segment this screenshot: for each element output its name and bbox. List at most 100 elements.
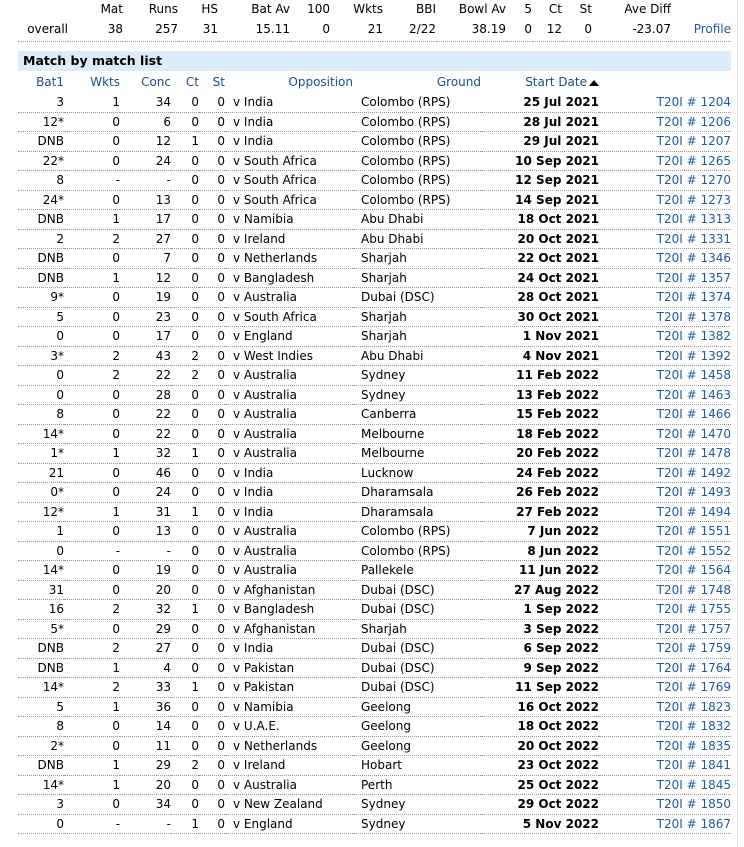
ct-cell: 1 <box>171 677 199 698</box>
opposition-cell: v England <box>225 326 353 347</box>
match-link[interactable]: T20I # 1759 <box>599 638 731 659</box>
start-date-cell: 5 Nov 2022 <box>481 814 599 834</box>
table-row: 12* 0 6 0 0 v India Colombo (RPS) 28 Jul 2021 T2… <box>18 112 731 132</box>
start-date-cell: 25 Oct 2022 <box>481 775 599 795</box>
table-row: 8 0 22 0 0 v Australia Canberra 15 Feb 2022 T20I… <box>18 404 731 425</box>
match-link[interactable]: T20I # 1867 <box>599 814 731 834</box>
table-row: DNB 2 27 0 0 v India Dubai (DSC) 6 Sep 2022 T20I… <box>18 638 731 659</box>
summary-header-row: Mat Runs HS Bat Av 100 Wkts BBI Bowl Av 5 Ct St Ave… <box>18 0 731 17</box>
match-link[interactable]: T20I # 1769 <box>599 677 731 698</box>
match-link[interactable]: T20I # 1378 <box>599 307 731 327</box>
match-link[interactable]: T20I # 1382 <box>599 326 731 347</box>
st-cell: 0 <box>199 248 225 269</box>
match-link[interactable]: T20I # 1494 <box>599 502 731 522</box>
conc-cell: 22 <box>120 404 171 425</box>
bat1-cell: 0 <box>18 365 64 386</box>
summary-col-header: Wkts <box>353 1 383 16</box>
column-header-start-date[interactable]: Start Date <box>481 71 599 93</box>
ground-cell: Colombo (RPS) <box>353 93 481 113</box>
match-link[interactable]: T20I # 1270 <box>599 170 731 191</box>
column-header-ct[interactable]: Ct <box>171 71 199 93</box>
scrollbar[interactable] <box>737 0 744 847</box>
wkts-cell: 0 <box>64 794 120 815</box>
match-link[interactable]: T20I # 1757 <box>599 619 731 639</box>
bat1-cell: 14* <box>18 424 64 444</box>
match-link[interactable]: T20I # 1466 <box>599 404 731 425</box>
match-link[interactable]: T20I # 1346 <box>599 248 731 269</box>
match-link[interactable]: T20I # 1313 <box>599 209 731 230</box>
match-link[interactable]: T20I # 1492 <box>599 463 731 483</box>
bat1-cell: DNB <box>18 248 64 269</box>
match-link[interactable]: T20I # 1207 <box>599 131 731 152</box>
section-title: Match by match list <box>18 51 731 71</box>
st-cell: 0 <box>199 346 225 366</box>
table-row: DNB 1 4 0 0 v Pakistan Dubai (DSC) 9 Sep 2022 T2… <box>18 658 731 678</box>
ct-cell: 2 <box>171 365 199 386</box>
column-header-conc[interactable]: Conc <box>120 71 171 93</box>
table-row: 14* 1 20 0 0 v Australia Perth 25 Oct 2022 T20I … <box>18 775 731 795</box>
table-row: DNB 0 7 0 0 v Netherlands Sharjah 22 Oct 2021 T2… <box>18 248 731 269</box>
match-link[interactable]: T20I # 1493 <box>599 482 731 503</box>
summary-col-header: 5 <box>524 1 532 16</box>
match-link[interactable]: T20I # 1845 <box>599 775 731 795</box>
match-link[interactable]: T20I # 1748 <box>599 580 731 600</box>
ct-cell: 0 <box>171 580 199 600</box>
column-header-st[interactable]: St <box>199 71 225 93</box>
ct-cell: 0 <box>171 697 199 717</box>
match-link[interactable]: T20I # 1551 <box>599 521 731 542</box>
column-header-bat1[interactable]: Bat1 <box>18 71 64 93</box>
st-cell: 0 <box>199 619 225 639</box>
match-link[interactable]: T20I # 1392 <box>599 346 731 366</box>
column-header-wkts[interactable]: Wkts <box>64 71 120 93</box>
match-link[interactable]: T20I # 1835 <box>599 736 731 756</box>
opposition-cell: v Australia <box>225 541 353 561</box>
match-link[interactable]: T20I # 1823 <box>599 697 731 717</box>
opposition-cell: v Australia <box>225 404 353 425</box>
match-link[interactable]: T20I # 1470 <box>599 424 731 444</box>
match-link[interactable]: T20I # 1564 <box>599 560 731 581</box>
column-header-opposition[interactable]: Opposition <box>225 71 353 93</box>
st-cell: 0 <box>199 307 225 327</box>
bat1-cell: 0* <box>18 482 64 503</box>
match-link[interactable]: T20I # 1552 <box>599 541 731 561</box>
start-date-cell: 29 Jul 2021 <box>481 131 599 152</box>
match-link[interactable]: T20I # 1841 <box>599 755 731 776</box>
table-row: 0 0 17 0 0 v England Sharjah 1 Nov 2021 T20I # 1… <box>18 326 731 347</box>
st-cell: 0 <box>199 560 225 581</box>
match-link[interactable]: T20I # 1458 <box>599 365 731 386</box>
opposition-cell: v Bangladesh <box>225 268 353 288</box>
start-date-cell: 25 Jul 2021 <box>481 93 599 113</box>
bat1-cell: DNB <box>18 209 64 230</box>
match-link[interactable]: T20I # 1273 <box>599 190 731 210</box>
match-list-header-row: Bat1 Wkts Conc Ct St Opposition Ground Start Da… <box>18 71 731 93</box>
match-link[interactable]: T20I # 1331 <box>599 229 731 249</box>
summary-col-header: BBI <box>415 1 436 16</box>
bat1-cell: 1* <box>18 443 64 464</box>
table-row: 14* 0 19 0 0 v Australia Pallekele 11 Jun 2022 T… <box>18 560 731 581</box>
start-date-cell: 28 Oct 2021 <box>481 287 599 308</box>
table-row: DNB 1 12 0 0 v Bangladesh Sharjah 24 Oct 2021 T2… <box>18 268 731 288</box>
match-link[interactable]: T20I # 1764 <box>599 658 731 678</box>
match-link[interactable]: T20I # 1850 <box>599 794 731 815</box>
match-link[interactable]: T20I # 1832 <box>599 716 731 737</box>
opposition-cell: v Afghanistan <box>225 619 353 639</box>
opposition-cell: v Bangladesh <box>225 599 353 620</box>
column-header-ground[interactable]: Ground <box>353 71 481 93</box>
wkts-cell: - <box>64 541 120 561</box>
sort-ascending-icon[interactable] <box>589 79 599 86</box>
match-link[interactable]: T20I # 1374 <box>599 287 731 308</box>
wkts-cell: 0 <box>64 716 120 737</box>
ground-cell: Dubai (DSC) <box>353 638 481 659</box>
match-link[interactable]: T20I # 1755 <box>599 599 731 620</box>
match-link[interactable]: T20I # 1478 <box>599 443 731 464</box>
match-link[interactable]: T20I # 1265 <box>599 151 731 171</box>
match-link[interactable]: T20I # 1206 <box>599 112 731 132</box>
conc-cell: 32 <box>120 443 171 464</box>
match-list-body: 3 1 34 0 0 v India Colombo (RPS) 25 Jul 2021 T20… <box>18 93 731 834</box>
table-row: 3 0 34 0 0 v New Zealand Sydney 29 Oct 2022 T20I… <box>18 794 731 815</box>
match-link[interactable]: T20I # 1463 <box>599 385 731 405</box>
match-link[interactable]: T20I # 1357 <box>599 268 731 288</box>
profile-link[interactable]: Profile <box>671 17 731 42</box>
conc-cell: 36 <box>120 697 171 717</box>
match-link[interactable]: T20I # 1204 <box>599 93 731 113</box>
